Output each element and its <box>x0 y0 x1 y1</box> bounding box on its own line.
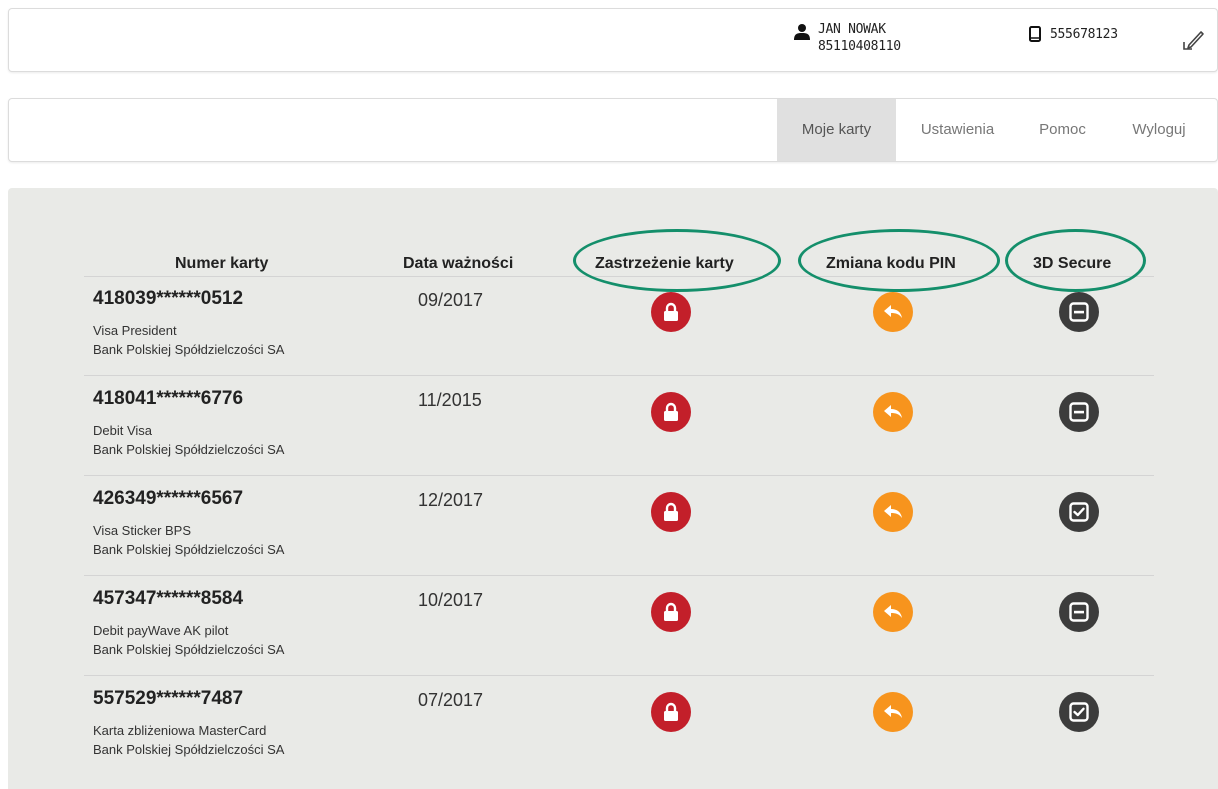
card-bank: Bank Polskiej Spółdzielczości SA <box>93 442 285 457</box>
lock-icon <box>664 502 678 521</box>
card-expiry: 07/2017 <box>418 690 484 710</box>
block-card-button[interactable] <box>651 392 691 432</box>
card-type: Karta zbliżeniowa MasterCard <box>93 723 267 738</box>
card-type: Debit Visa <box>93 423 153 438</box>
header-3d-secure: 3D Secure <box>1033 255 1112 272</box>
user-info: JAN NOWAK 85110408110 <box>794 21 901 55</box>
card-expiry: 12/2017 <box>418 490 484 510</box>
change-pin-button[interactable] <box>873 292 913 332</box>
nav-wyloguj[interactable]: Wyloguj <box>1119 99 1199 161</box>
block-card-button[interactable] <box>651 492 691 532</box>
table-row: 426349******6567 Visa Sticker BPS Bank P… <box>84 476 1154 576</box>
table-row: 557529******7487 Karta zbliżeniowa Maste… <box>84 676 1154 776</box>
card-expiry: 11/2015 <box>418 390 482 410</box>
change-pin-button[interactable] <box>873 392 913 432</box>
phone-info: 555678123 <box>1029 26 1118 42</box>
3d-secure-toggle[interactable] <box>1059 592 1099 632</box>
check-box-icon <box>1069 702 1089 722</box>
table-row: 418039******0512 Visa President Bank Pol… <box>84 276 1154 376</box>
lock-icon <box>664 602 678 621</box>
card-bank: Bank Polskiej Spółdzielczości SA <box>93 742 285 757</box>
card-type: Visa President <box>93 323 177 338</box>
user-name: JAN NOWAK <box>818 22 886 37</box>
change-pin-button[interactable] <box>873 592 913 632</box>
reply-arrow-icon <box>884 305 902 318</box>
card-expiry: 10/2017 <box>418 590 484 610</box>
card-number: 557529******7487 <box>93 688 244 709</box>
card-bank: Bank Polskiej Spółdzielczości SA <box>93 342 285 357</box>
lock-icon <box>664 402 678 421</box>
user-icon <box>794 24 810 40</box>
card-type: Debit payWave AK pilot <box>93 623 229 638</box>
3d-secure-toggle[interactable] <box>1059 392 1099 432</box>
reply-arrow-icon <box>884 705 902 718</box>
minus-box-icon <box>1069 602 1089 622</box>
lock-icon <box>664 702 678 721</box>
reply-arrow-icon <box>884 505 902 518</box>
minus-box-icon <box>1069 302 1089 322</box>
card-bank: Bank Polskiej Spółdzielczości SA <box>93 642 285 657</box>
nav-ustawienia[interactable]: Ustawienia <box>902 99 1013 161</box>
header-change-pin: Zmiana kodu PIN <box>826 255 956 272</box>
reply-arrow-icon <box>884 605 902 618</box>
card-number: 418041******6776 <box>93 388 244 409</box>
card-expiry: 09/2017 <box>418 290 484 310</box>
lock-icon <box>664 302 678 321</box>
phone-icon <box>1029 26 1041 42</box>
check-box-icon <box>1069 502 1089 522</box>
header-block-card: Zastrzeżenie karty <box>595 255 734 272</box>
reply-arrow-icon <box>884 405 902 418</box>
nav-pomoc[interactable]: Pomoc <box>1023 99 1102 161</box>
edit-icon[interactable] <box>1181 28 1205 52</box>
card-type: Visa Sticker BPS <box>93 523 192 538</box>
nav-moje-karty[interactable]: Moje karty <box>777 99 896 161</box>
3d-secure-toggle[interactable] <box>1059 492 1099 532</box>
table-row: 457347******8584 Debit payWave AK pilot … <box>84 576 1154 676</box>
top-bar: JAN NOWAK 85110408110 555678123 <box>8 8 1218 72</box>
header-card-number: Numer karty <box>175 255 269 272</box>
phone-number: 555678123 <box>1050 26 1118 42</box>
card-bank: Bank Polskiej Spółdzielczości SA <box>93 542 285 557</box>
main-nav: Moje karty Ustawienia Pomoc Wyloguj <box>8 98 1218 162</box>
card-number: 426349******6567 <box>93 488 244 509</box>
card-number: 418039******0512 <box>93 288 244 309</box>
user-id: 85110408110 <box>818 39 901 54</box>
block-card-button[interactable] <box>651 292 691 332</box>
block-card-button[interactable] <box>651 692 691 732</box>
3d-secure-toggle[interactable] <box>1059 292 1099 332</box>
header-expiry: Data ważności <box>403 255 514 272</box>
3d-secure-toggle[interactable] <box>1059 692 1099 732</box>
table-row: 418041******6776 Debit Visa Bank Polskie… <box>84 376 1154 476</box>
block-card-button[interactable] <box>651 592 691 632</box>
change-pin-button[interactable] <box>873 492 913 532</box>
card-number: 457347******8584 <box>93 588 244 609</box>
minus-box-icon <box>1069 402 1089 422</box>
change-pin-button[interactable] <box>873 692 913 732</box>
